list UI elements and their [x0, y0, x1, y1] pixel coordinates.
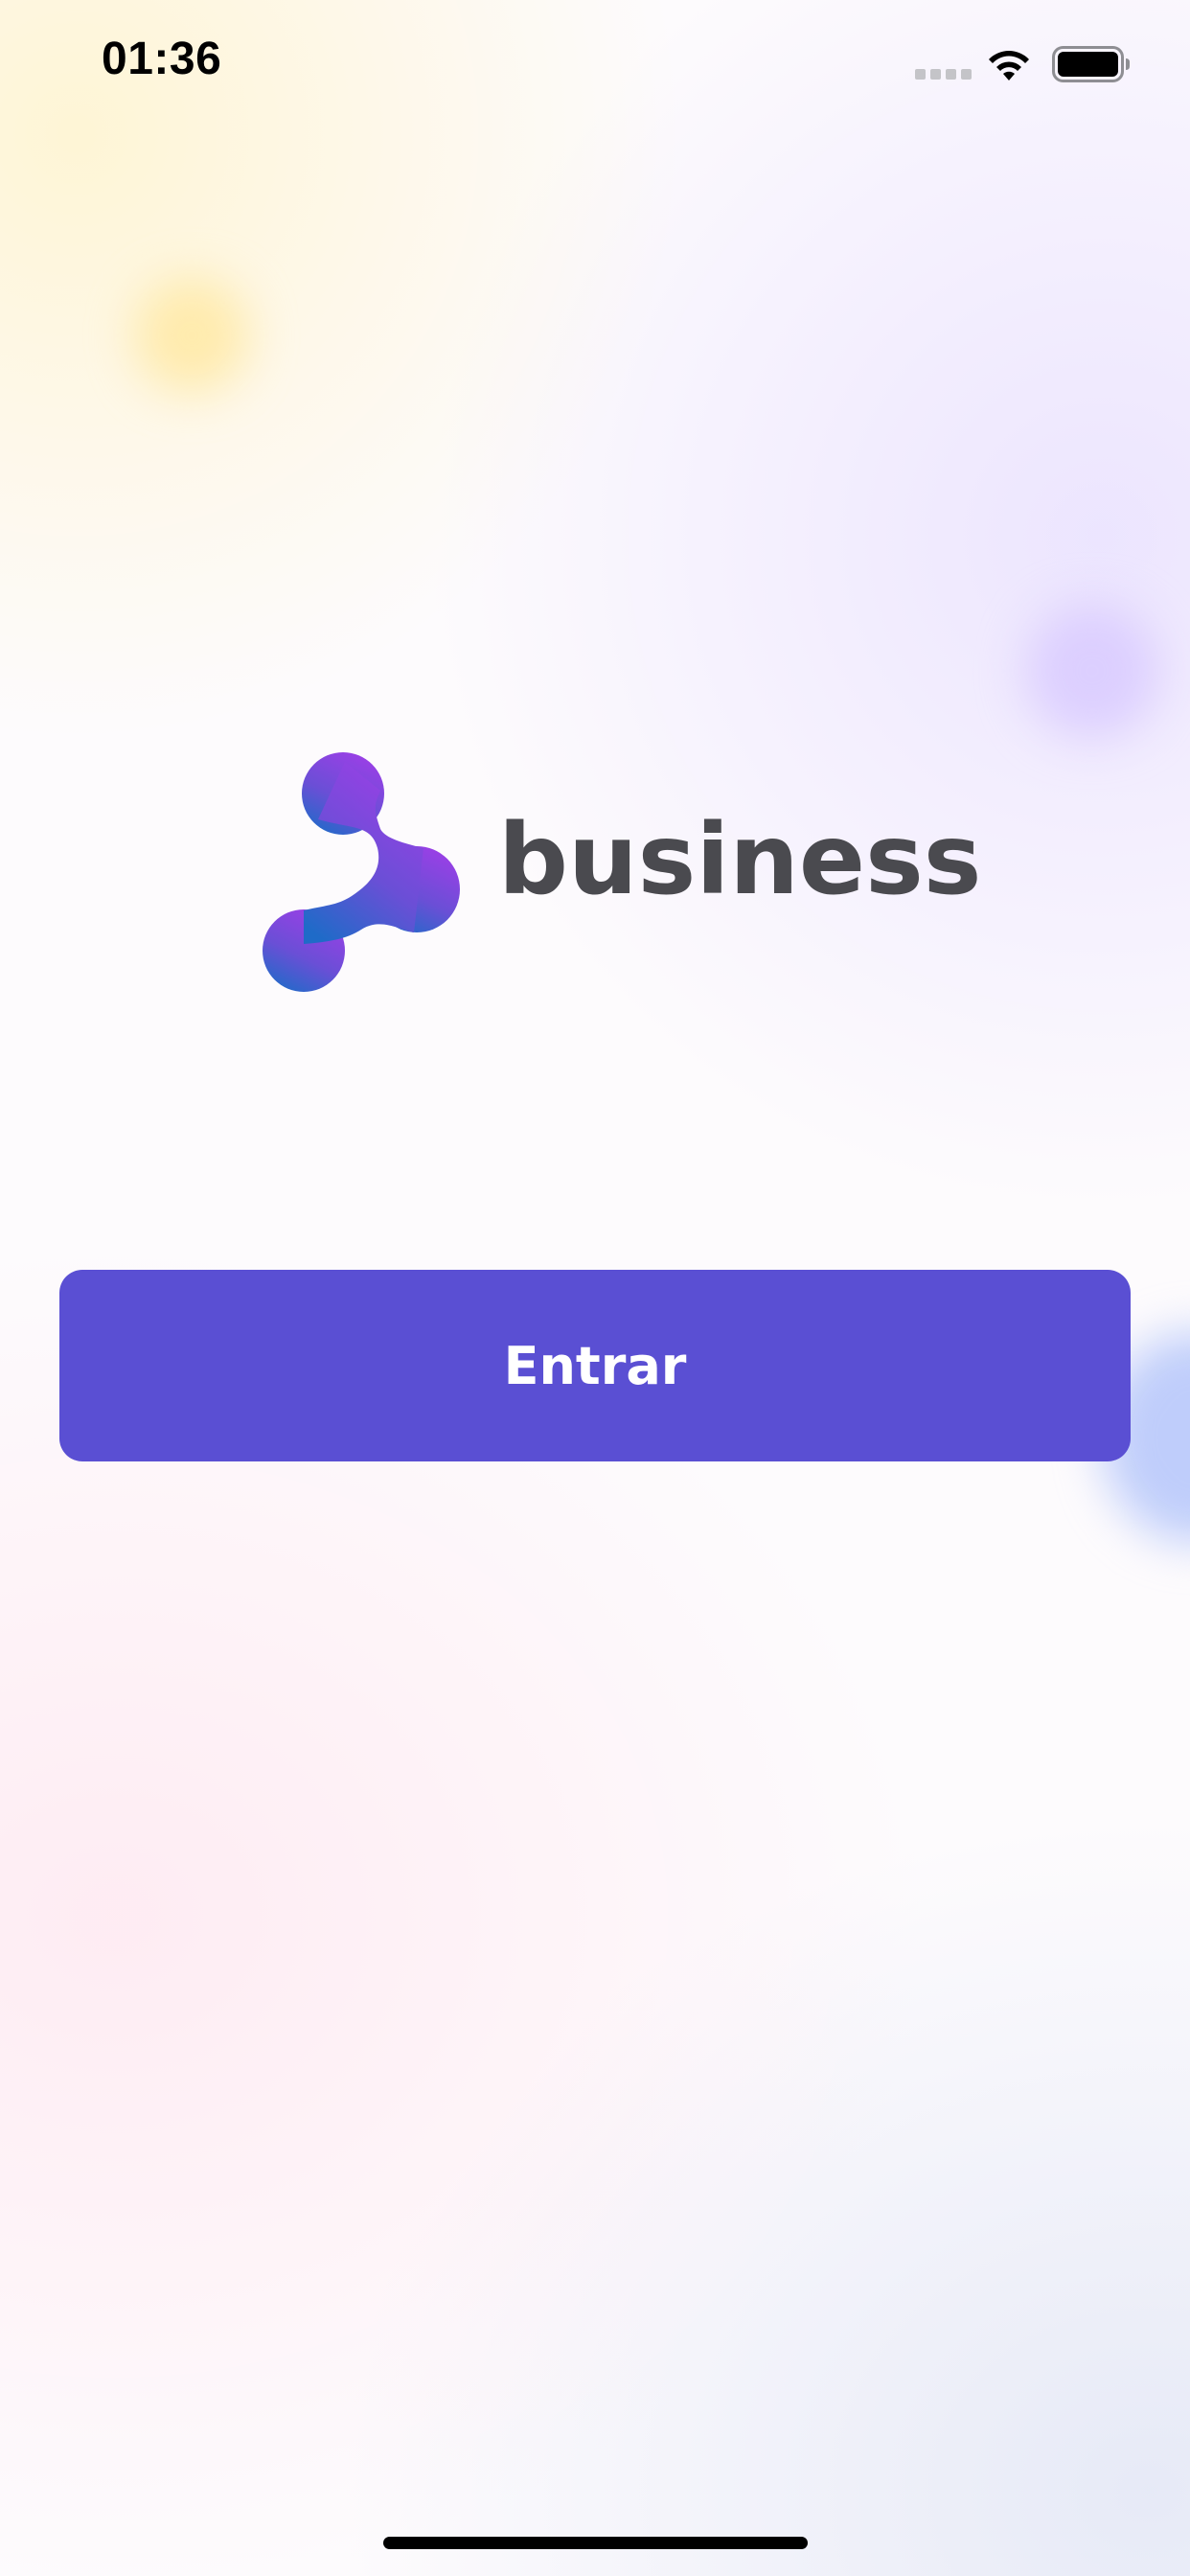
wifi-icon — [989, 51, 1029, 80]
brand-wordmark: business — [498, 803, 982, 917]
business-logo-icon — [263, 752, 460, 992]
login-screen: 01:36 business Entrar — [0, 0, 1190, 2576]
battery-icon — [1052, 46, 1130, 82]
enter-button[interactable]: Entrar — [59, 1270, 1131, 1461]
background-glow-yellow — [134, 278, 249, 393]
brand-logo: business — [261, 752, 982, 997]
home-indicator[interactable] — [383, 2537, 808, 2549]
status-bar: 01:36 — [0, 0, 1190, 130]
background-glow-purple — [1025, 604, 1159, 738]
status-time: 01:36 — [102, 34, 222, 84]
cellular-signal-icon — [915, 69, 973, 80]
